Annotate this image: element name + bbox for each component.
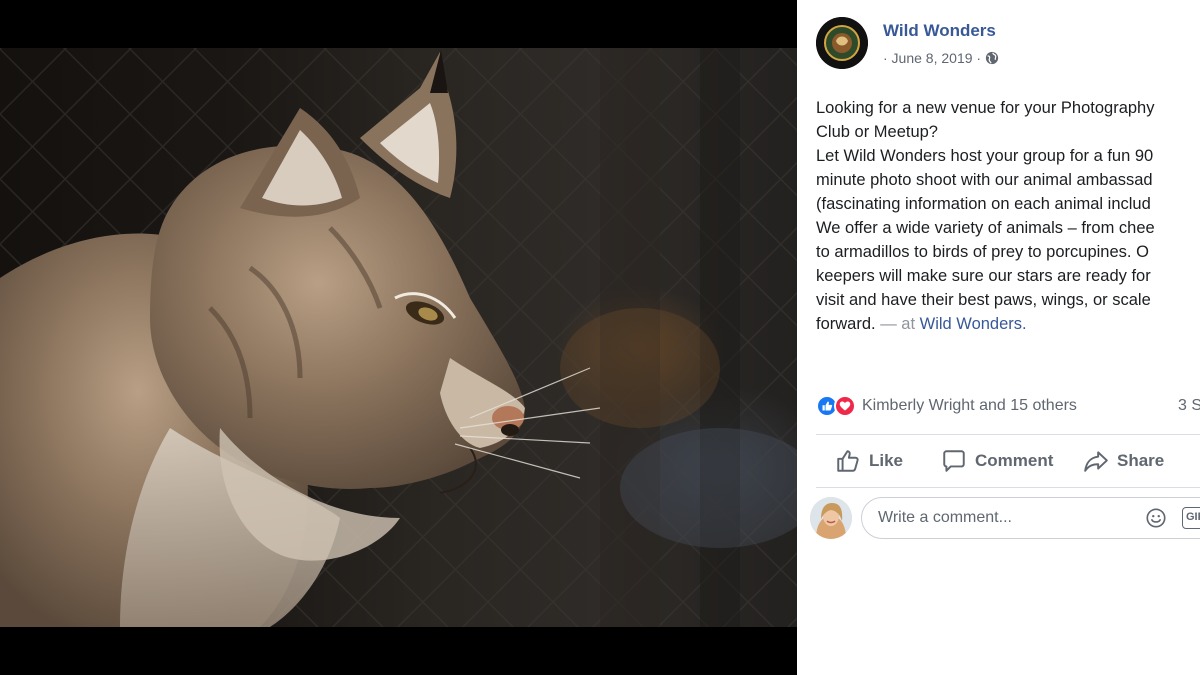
post-text-line: visit and have their best paws, wings, o… <box>816 291 1151 309</box>
post-text-last-line: forward. — at Wild Wonders. <box>816 312 1200 336</box>
post-panel: Wild Wonders · June 8, 2019 · Looking fo… <box>797 0 1200 675</box>
like-label: Like <box>869 451 904 470</box>
share-button[interactable]: Share <box>1083 446 1164 476</box>
comment-input[interactable] <box>878 498 1118 538</box>
post-text-line: (fascinating information on each animal … <box>816 195 1151 213</box>
post-text-line: to armadillos to birds of prey to porcup… <box>816 243 1149 261</box>
comment-button[interactable]: Comment <box>941 446 1053 476</box>
post-text-line: Club or Meetup? <box>816 123 938 141</box>
post-body: Looking for a new venue for your Photogr… <box>816 96 1200 336</box>
share-arrow-icon <box>1084 451 1108 472</box>
emoji-icon[interactable] <box>1145 507 1167 529</box>
wild-wonders-logo-icon <box>816 17 868 69</box>
lynx-photo[interactable] <box>0 48 797 627</box>
thumbs-up-icon <box>837 450 859 472</box>
shares-count[interactable]: 3 S <box>1178 397 1200 415</box>
share-label: Share <box>1117 451 1165 470</box>
page-name-link[interactable]: Wild Wonders <box>883 21 996 41</box>
gif-button[interactable]: GIF <box>1182 507 1200 529</box>
post-date[interactable]: · June 8, 2019 · <box>883 50 981 66</box>
post-text-end: forward. <box>816 315 876 333</box>
divider <box>816 434 1200 435</box>
post-text-line: We offer a wide variety of animals – fro… <box>816 219 1155 237</box>
comment-icon <box>943 450 965 472</box>
globe-icon <box>985 51 999 65</box>
post-text-line: Let Wild Wonders host your group for a f… <box>816 147 1154 165</box>
user-photo <box>810 497 852 539</box>
like-button[interactable]: Like <box>835 446 903 476</box>
lynx-illustration <box>0 48 797 627</box>
reactions-summary[interactable]: Kimberly Wright and 15 others <box>816 393 1077 419</box>
comment-label: Comment <box>975 451 1054 470</box>
user-avatar[interactable] <box>810 497 852 539</box>
post-meta: · June 8, 2019 · <box>883 50 999 66</box>
comment-box: GIF <box>861 497 1200 539</box>
post-text-line: keepers will make sure our stars are rea… <box>816 267 1151 285</box>
post-text-line: minute photo shoot with our animal ambas… <box>816 171 1153 189</box>
at-separator: — at <box>875 315 920 333</box>
page-avatar[interactable] <box>816 17 868 69</box>
divider <box>816 487 1200 488</box>
post-text-line: Looking for a new venue for your Photogr… <box>816 99 1155 117</box>
photo-viewer <box>0 0 797 675</box>
love-reaction-icon <box>834 395 856 417</box>
location-link[interactable]: Wild Wonders. <box>920 315 1027 333</box>
reaction-names[interactable]: Kimberly Wright and 15 others <box>862 397 1077 415</box>
